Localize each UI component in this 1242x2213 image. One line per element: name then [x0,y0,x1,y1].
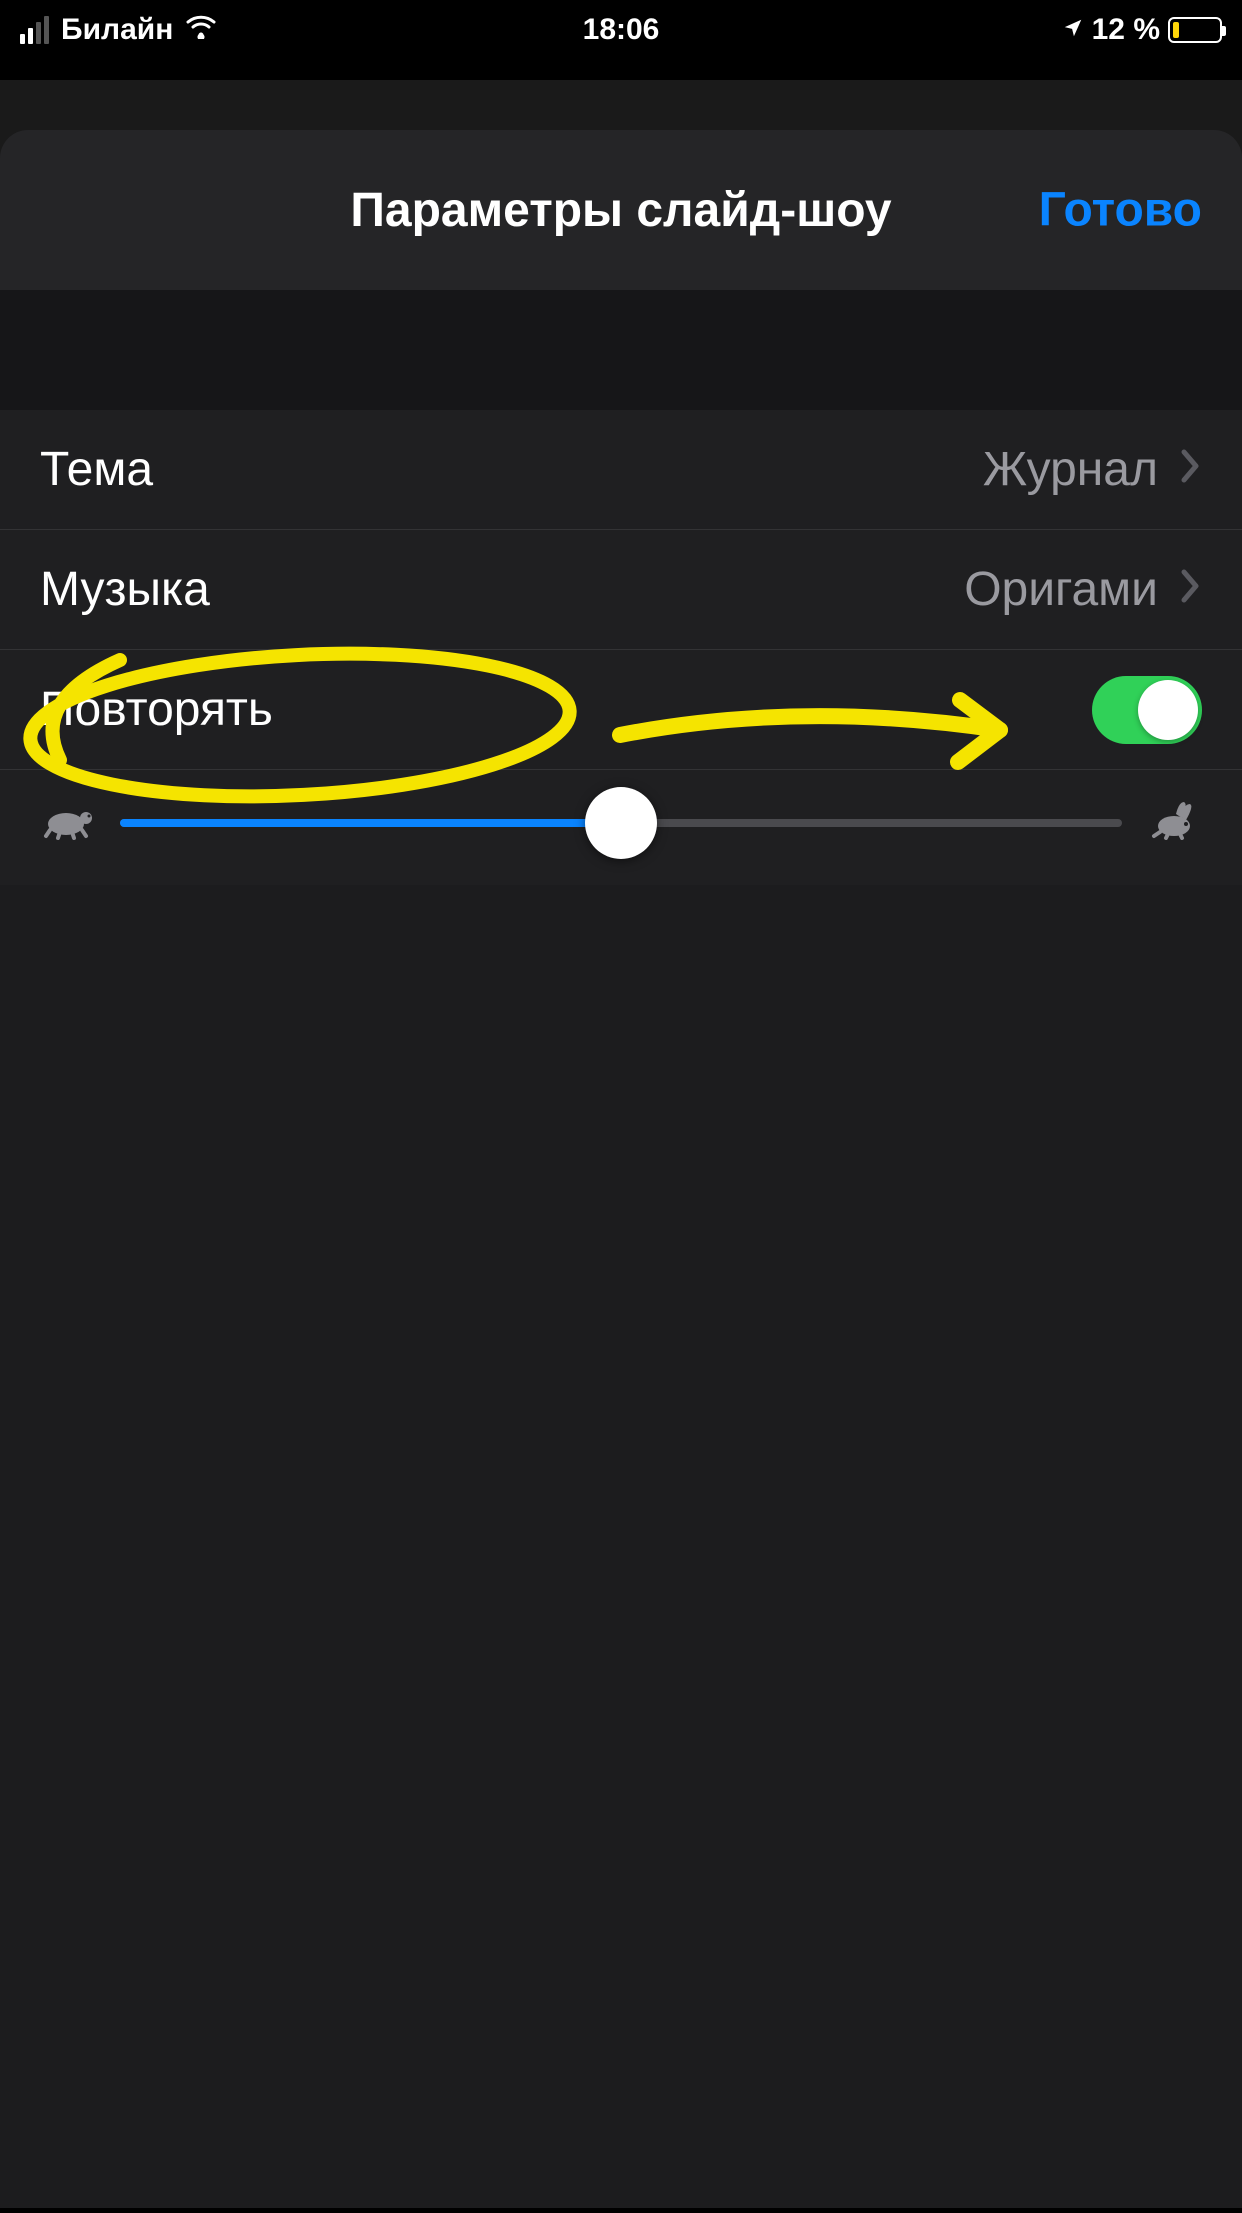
battery-icon [1168,17,1222,43]
chevron-right-icon [1178,565,1202,615]
settings-list: Тема Журнал Музыка Оригами Повторять [0,410,1242,885]
repeat-right [1092,676,1202,744]
slider-fill [120,819,621,827]
signal-icon [20,16,49,44]
status-time: 18:06 [583,13,660,47]
theme-row[interactable]: Тема Журнал [0,410,1242,530]
settings-sheet: Параметры слайд-шоу Готово Тема Журнал М… [0,130,1242,2208]
music-right: Оригами [964,562,1202,617]
location-icon [1062,13,1084,47]
sheet-gap [0,290,1242,410]
speed-slider-row [0,770,1242,885]
repeat-label: Повторять [40,682,273,737]
sheet-title: Параметры слайд-шоу [350,183,891,238]
music-value: Оригами [964,562,1158,617]
theme-value: Журнал [983,442,1158,497]
theme-right: Журнал [983,442,1202,497]
speed-slider[interactable] [120,819,1122,827]
repeat-toggle[interactable] [1092,676,1202,744]
rabbit-icon [1146,800,1202,845]
done-button[interactable]: Готово [1039,183,1202,238]
battery-pct: 12 % [1092,13,1160,47]
repeat-row: Повторять [0,650,1242,770]
chevron-right-icon [1178,445,1202,495]
wifi-icon [185,13,217,47]
theme-label: Тема [40,442,153,497]
carrier-label: Билайн [61,13,173,47]
music-row[interactable]: Музыка Оригами [0,530,1242,650]
status-right: 12 % [1062,13,1222,47]
slider-thumb[interactable] [585,787,657,859]
status-left: Билайн [20,13,217,47]
music-label: Музыка [40,562,210,617]
status-bar: Билайн 18:06 12 % [0,0,1242,60]
sheet-header: Параметры слайд-шоу Готово [0,130,1242,290]
turtle-icon [40,800,96,845]
